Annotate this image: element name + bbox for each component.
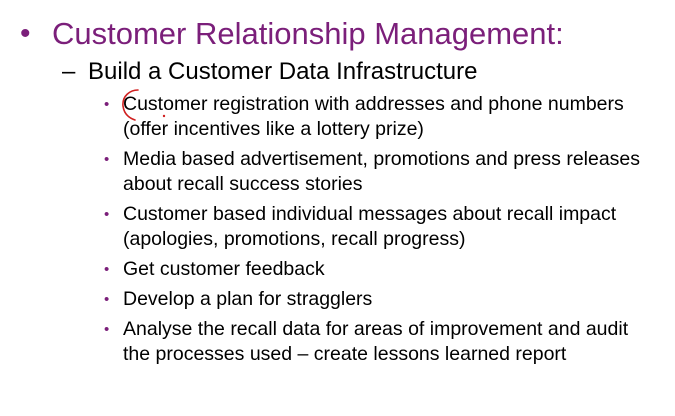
list-item: • Develop a plan for stragglers [0,287,675,312]
annotation-dot [162,114,166,118]
bullet-dot: • [104,151,110,168]
bullet-dot: • [104,206,110,223]
slide-heading: Customer Relationship Management: [52,16,564,51]
list-item: • Media based advertisement, promotions … [0,147,675,197]
list-item-text: Media based advertisement, promotions an… [123,148,641,195]
annotation-stroke [122,89,139,121]
pen-annotation [122,89,166,121]
list-item-text: Get customer feedback [123,258,325,280]
heading-bullet: • [20,17,31,50]
bullet-list: • Customer registration with addresses a… [0,92,675,372]
subheading-dash: – [62,58,76,85]
list-item-text: Customer based individual messages about… [123,203,617,250]
list-item-text: Analyse the recall data for areas of imp… [123,318,629,365]
bullet-dot: • [104,321,110,338]
list-item: • Customer registration with addresses a… [0,92,675,142]
bullet-dot: • [104,96,110,113]
bullet-dot: • [104,291,110,308]
slide: • Customer Relationship Management: – Bu… [0,0,675,416]
list-item-text: Develop a plan for stragglers [123,288,373,310]
list-item-text: Customer registration with addresses and… [123,93,624,140]
slide-subheading: Build a Customer Data Infrastructure [88,58,478,85]
bullet-dot: • [104,261,110,278]
list-item: • Analyse the recall data for areas of i… [0,317,675,367]
list-item: • Get customer feedback [0,257,675,282]
list-item: • Customer based individual messages abo… [0,202,675,252]
